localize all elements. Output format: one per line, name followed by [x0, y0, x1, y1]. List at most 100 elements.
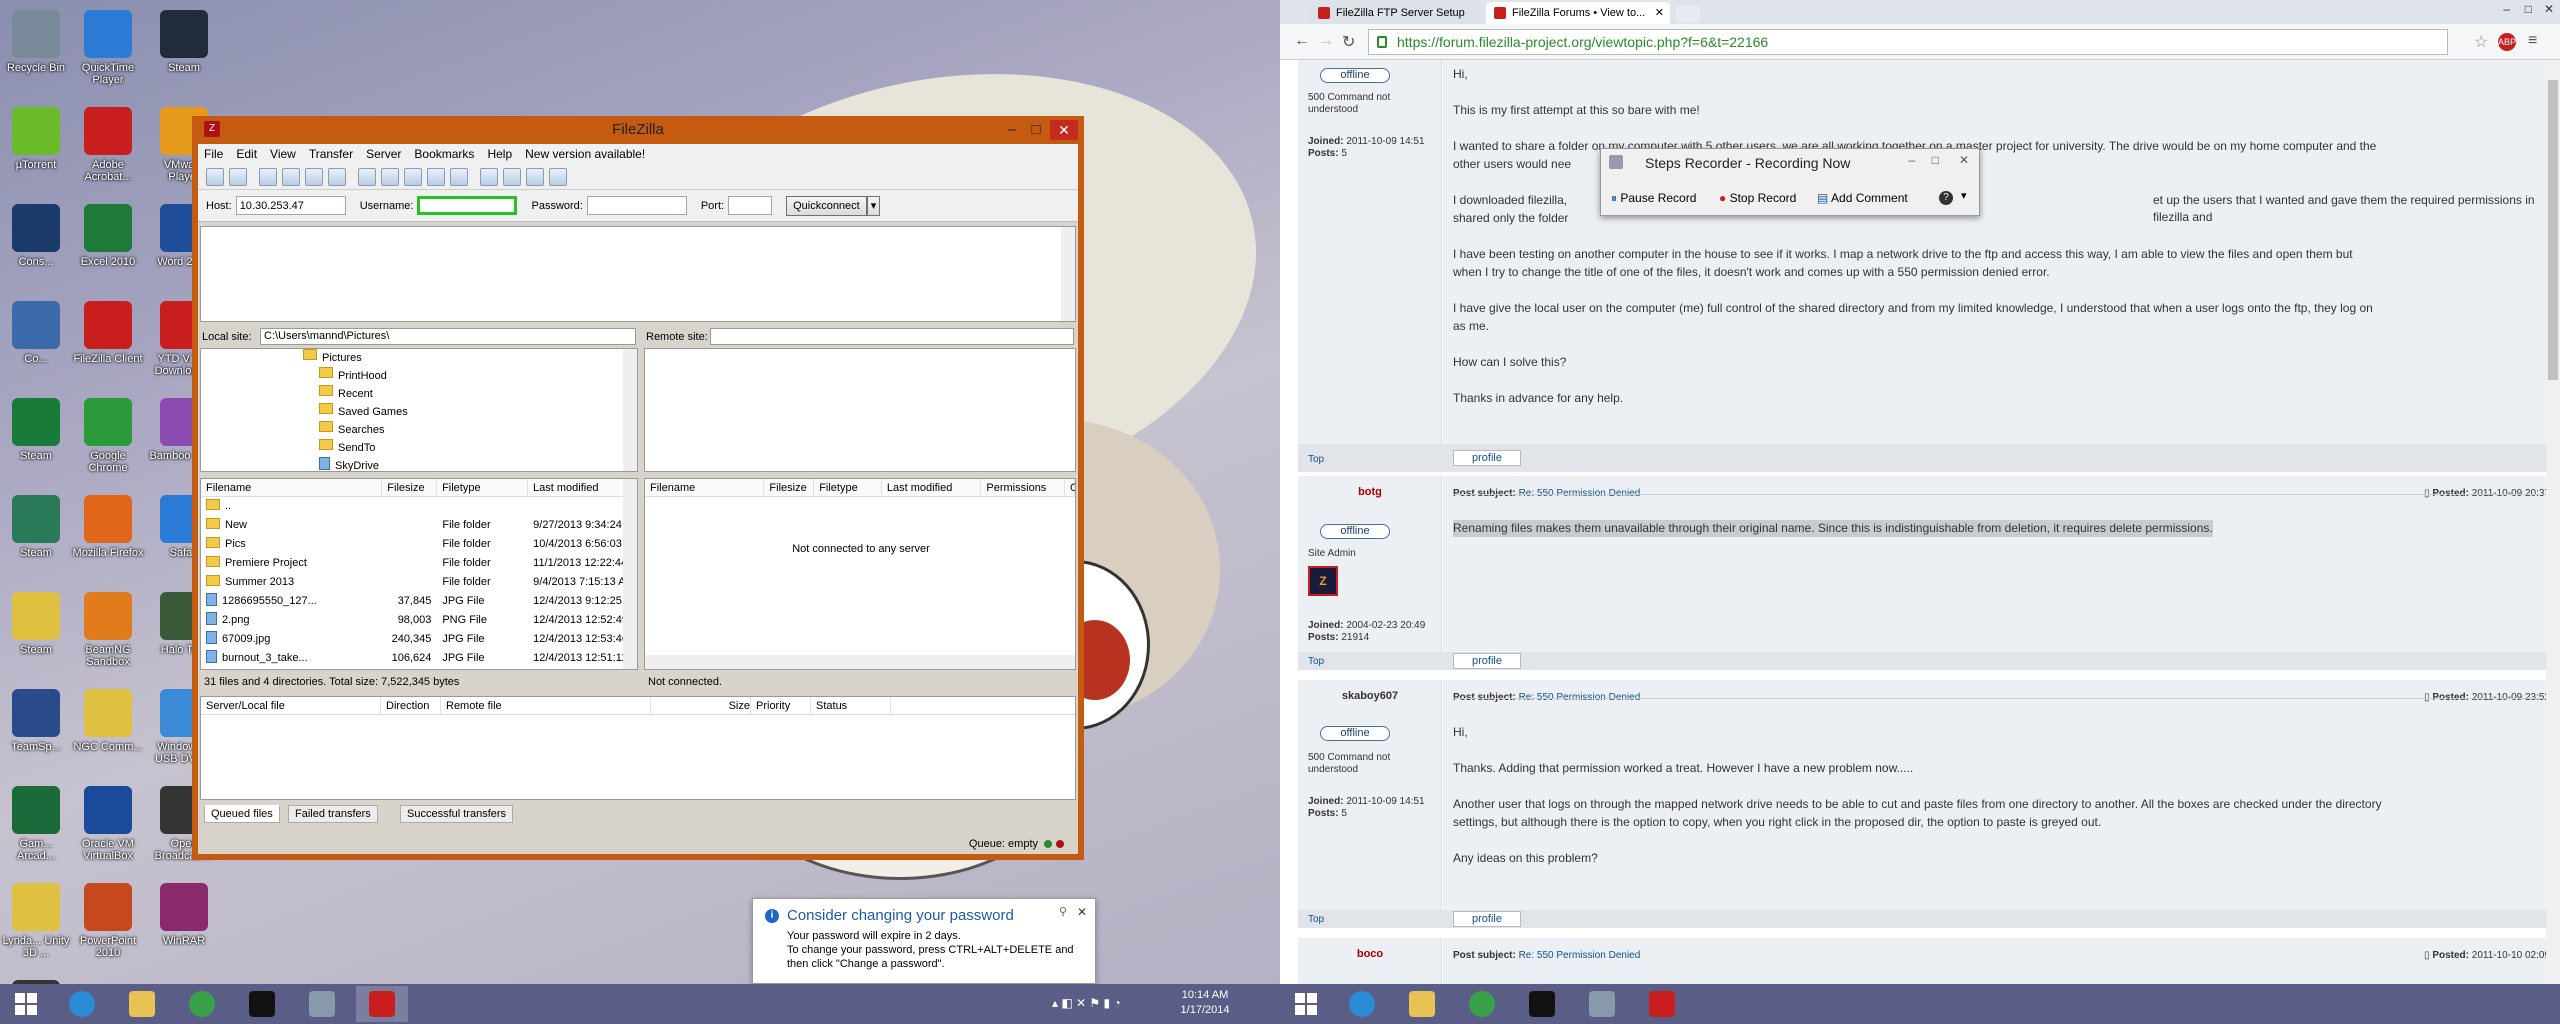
password-notification[interactable]: i Consider changing your password Your p…: [752, 898, 1096, 984]
column-header[interactable]: Filesize: [764, 479, 815, 496]
column-header[interactable]: Ow: [1065, 479, 1075, 496]
tree-item[interactable]: Saved Games: [201, 403, 637, 421]
top-link[interactable]: Top: [1308, 656, 1324, 668]
desktop-icon[interactable]: QuickTime Player: [72, 6, 144, 94]
desktop-icon[interactable]: Google Chrome: [72, 394, 144, 482]
local-site-path[interactable]: C:\Users\mannd\Pictures\: [260, 328, 636, 345]
help-dropdown-icon[interactable]: ▾: [1961, 189, 1967, 202]
browser-tab-1[interactable]: FileZilla FTP Server Setup: [1310, 2, 1482, 24]
author-name[interactable]: botg: [1298, 486, 1442, 498]
stop-record-button[interactable]: ● Stop Record: [1719, 191, 1796, 205]
maximize-icon[interactable]: □: [1932, 153, 1939, 167]
desktop-icon[interactable]: PowerPoint 2010: [72, 879, 144, 967]
remote-site-path[interactable]: [710, 328, 1074, 345]
column-header[interactable]: Filename: [645, 479, 765, 496]
menu-icon[interactable]: ≡: [2528, 32, 2537, 50]
file-row[interactable]: Pics File folder 10/4/2013 6:56:03 ...: [201, 535, 637, 554]
filezilla-titlebar[interactable]: Z FileZilla – □ ✕: [198, 116, 1078, 144]
file-row[interactable]: Summer 2013 File folder 9/4/2013 7:15:13 A…: [201, 573, 637, 592]
username-input[interactable]: [417, 196, 518, 215]
minimize-icon[interactable]: –: [2503, 2, 2510, 16]
column-header[interactable]: Last modified: [882, 479, 982, 496]
system-tray[interactable]: ▴ ◧ ✕ ⚑ ▮ ◔: [1052, 996, 1172, 1012]
local-files-scrollbar[interactable]: [623, 479, 637, 669]
menu-item[interactable]: New version available!: [525, 147, 645, 161]
desktop-icon[interactable]: Mozilla Firefox: [72, 491, 144, 579]
new-tab-button[interactable]: [1676, 6, 1700, 22]
desktop-icon[interactable]: FileZilla Client: [72, 297, 144, 385]
file-row[interactable]: ..: [201, 497, 637, 516]
explorer-taskbar-button[interactable]: [1396, 986, 1448, 1022]
desktop-icon[interactable]: NGC Comm...: [72, 685, 144, 773]
tree-item[interactable]: PrintHood: [201, 367, 637, 385]
tree-item[interactable]: SkyDrive: [201, 457, 637, 471]
queue-tab[interactable]: Queued files: [204, 805, 280, 823]
toggle-local-tree-icon[interactable]: [282, 167, 300, 186]
remote-tree[interactable]: [644, 348, 1076, 472]
column-header[interactable]: Status: [811, 697, 891, 714]
desktop-icon[interactable]: Cons...: [0, 200, 72, 288]
menu-item[interactable]: Bookmarks: [414, 147, 474, 161]
desktop-icon[interactable]: Steam: [148, 6, 220, 94]
close-icon[interactable]: ✕: [2544, 2, 2554, 16]
ie-taskbar-button[interactable]: [56, 986, 108, 1022]
profile-button[interactable]: profile: [1453, 653, 1521, 669]
file-row[interactable]: burnout_3_take... 106,624 JPG File 12/4/201…: [201, 649, 637, 668]
file-row[interactable]: Premiere Project File folder 11/1/2013 12:…: [201, 554, 637, 573]
remote-file-list[interactable]: Filename Filesize Filetype Last modified Per…: [644, 478, 1076, 670]
column-header[interactable]: Remote file: [441, 697, 651, 714]
quickconnect-dropdown-icon[interactable]: ▾: [866, 195, 881, 216]
quickconnect-button[interactable]: Quickconnect: [786, 195, 867, 216]
chrome-taskbar-button[interactable]: [176, 986, 228, 1022]
adblock-icon[interactable]: ABP: [2498, 33, 2516, 51]
minimize-icon[interactable]: –: [1002, 116, 1022, 144]
desktop-icon[interactable]: Steam: [0, 491, 72, 579]
column-header[interactable]: Filename: [201, 479, 383, 496]
maximize-icon[interactable]: □: [1026, 116, 1046, 144]
tree-item[interactable]: Recent: [201, 385, 637, 403]
desktop-icon[interactable]: Gam... Arcad...: [0, 782, 72, 870]
menu-item[interactable]: View: [270, 147, 296, 161]
dropdown-icon[interactable]: [229, 167, 247, 186]
steps-recorder-window[interactable]: Steps Recorder - Recording Now – □ ✕ ⏸ P…: [1600, 148, 1980, 216]
pause-record-button[interactable]: ⏸ Pause Record: [1611, 191, 1696, 206]
remote-horizontal-scrollbar[interactable]: [645, 655, 1075, 669]
tree-item[interactable]: Pictures: [201, 349, 637, 367]
column-header[interactable]: Filetype: [437, 479, 529, 496]
desktop-icon[interactable]: BeamNG Sandbox: [72, 588, 144, 676]
compare-icon[interactable]: [503, 167, 521, 186]
url-input[interactable]: https://forum.filezilla-project.org/view…: [1368, 29, 2448, 55]
desktop-icon[interactable]: WinRAR: [148, 879, 220, 967]
author-name[interactable]: boco: [1298, 948, 1442, 960]
toggle-log-icon[interactable]: [259, 167, 277, 186]
desktop-icon[interactable]: µTorrent: [0, 103, 72, 191]
toggle-remote-tree-icon[interactable]: [305, 167, 323, 186]
desktop-icon[interactable]: TeamSp...: [0, 685, 72, 773]
maximize-icon[interactable]: □: [2525, 2, 2532, 16]
page-scrollbar[interactable]: [2546, 60, 2560, 984]
column-header[interactable]: Size: [651, 697, 751, 714]
column-header[interactable]: Direction: [381, 697, 441, 714]
host-input[interactable]: [235, 196, 346, 215]
file-row[interactable]: 2.png 98,003 PNG File 12/4/2013 12:52:49...: [201, 611, 637, 630]
queue-tab[interactable]: Failed transfers: [288, 805, 378, 823]
cmd-taskbar-button[interactable]: [1516, 986, 1568, 1022]
close-tab-icon[interactable]: ✕: [1655, 2, 1664, 24]
column-header[interactable]: Filetype: [814, 479, 882, 496]
filezilla-window[interactable]: Z FileZilla – □ ✕ File Edit View Transfer Se…: [192, 116, 1084, 860]
cancel-icon[interactable]: [404, 167, 422, 186]
desktop-icon[interactable]: Adobe Acrobat...: [72, 103, 144, 191]
site-manager-icon[interactable]: [206, 167, 224, 186]
subject-link[interactable]: Re: 550 Permission Denied: [1519, 950, 1641, 961]
menu-item[interactable]: Edit: [236, 147, 257, 161]
top-link[interactable]: Top: [1308, 914, 1324, 926]
local-file-list[interactable]: Filename Filesize Filetype Last modified ..…: [200, 478, 638, 670]
menu-item[interactable]: File: [204, 147, 223, 161]
clock[interactable]: 10:14 AM 1/17/2014: [1170, 988, 1240, 1018]
star-icon[interactable]: ☆: [2474, 32, 2488, 52]
desktop-icon[interactable]: Oracle VM VirtualBox: [72, 782, 144, 870]
queue-tab[interactable]: Successful transfers: [400, 805, 514, 823]
transfer-queue[interactable]: Server/Local file Direction Remote file Siz…: [200, 696, 1076, 800]
filezilla-taskbar-button[interactable]: [356, 986, 408, 1022]
file-row[interactable]: 67009.jpg 240,345 JPG File 12/4/2013 12:53:…: [201, 630, 637, 649]
